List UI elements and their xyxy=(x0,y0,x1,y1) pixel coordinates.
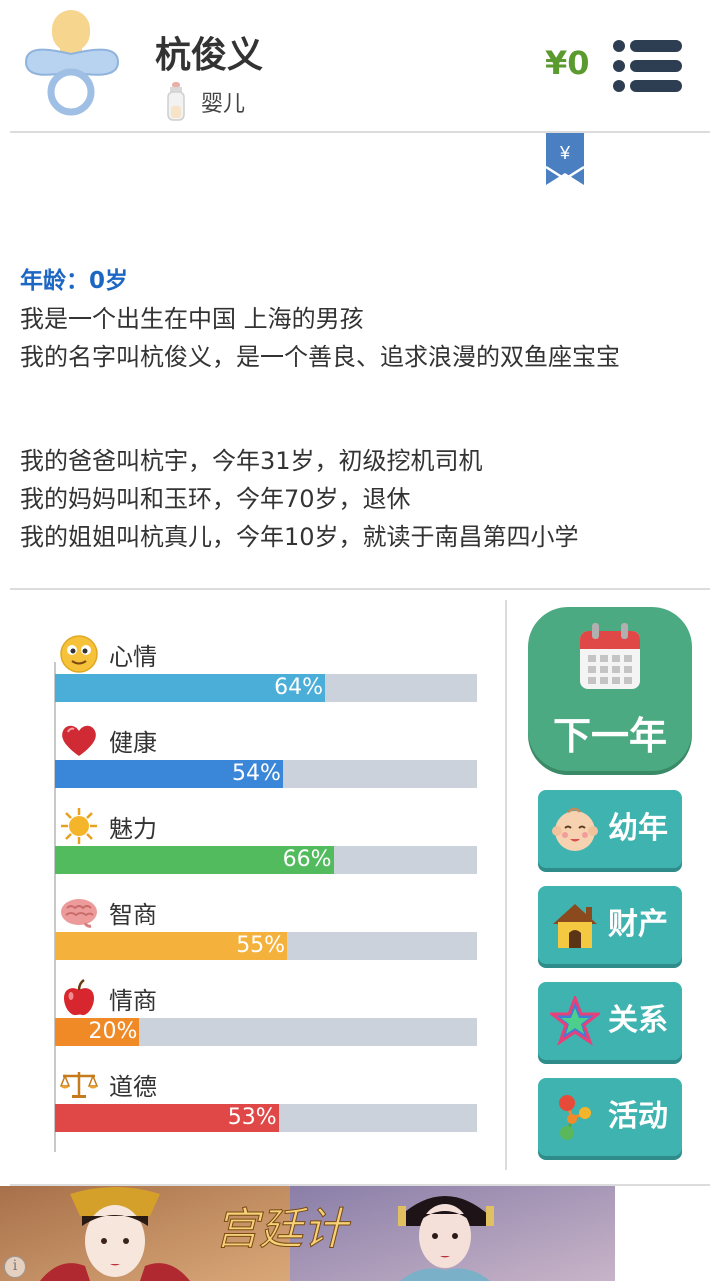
life-story: 年龄：0岁 我是一个出生在中国 上海的男孩 我的名字叫杭俊义，是一个善良、追求浪… xyxy=(20,262,710,556)
bookmark-symbol: ¥ xyxy=(559,143,571,163)
stat-bar: 20% xyxy=(55,1018,477,1046)
story-line: 我的姐姐叫杭真儿，今年10岁，就读于南昌第四小学 xyxy=(20,523,579,551)
brain-icon xyxy=(61,899,97,928)
scales-icon xyxy=(59,1072,99,1098)
apple-icon xyxy=(64,978,94,1016)
stat-charm: 魅力 66% xyxy=(55,806,477,874)
next-year-button[interactable]: 下一年 xyxy=(528,607,692,771)
house-icon xyxy=(553,904,597,948)
stat-label: 情商 xyxy=(109,986,157,1015)
profile-header: 杭俊义 婴儿 ¥0 xyxy=(0,0,720,132)
stat-percent: 53% xyxy=(227,1105,277,1130)
stat-label: 魅力 xyxy=(109,814,157,843)
relationships-button[interactable]: 关系 xyxy=(538,982,682,1060)
activities-label: 活动 xyxy=(608,1099,668,1134)
stat-iq: 智商 55% xyxy=(55,892,477,960)
calendar-icon xyxy=(580,623,640,689)
story-line: 我的爸爸叫杭宇，今年31岁，初级挖机司机 xyxy=(20,447,483,475)
childhood-label: 幼年 xyxy=(608,811,668,846)
stat-label: 智商 xyxy=(109,900,157,929)
smiley-icon xyxy=(60,635,98,673)
stat-bar: 66% xyxy=(55,846,477,874)
stat-percent: 54% xyxy=(231,761,281,786)
stat-bar: 64% xyxy=(55,674,477,702)
stat-mood: 心情 64% xyxy=(55,634,477,702)
panel-divider xyxy=(505,600,507,1170)
stat-bar: 53% xyxy=(55,1104,477,1132)
stat-percent: 55% xyxy=(236,933,286,958)
story-line: 我的妈妈叫和玉环，今年70岁，退休 xyxy=(20,485,411,513)
character-name: 杭俊义 xyxy=(155,35,264,76)
life-stage-label: 婴儿 xyxy=(201,92,246,117)
age-label: 年龄：0岁 xyxy=(20,268,129,294)
ad-info-icon[interactable]: i xyxy=(4,1256,26,1278)
ad-logo-text: 宫廷计 xyxy=(215,1204,351,1255)
baby-bottle-icon xyxy=(167,82,185,121)
story-line: 我是一个出生在中国 上海的男孩 xyxy=(20,305,364,333)
menu-icon[interactable] xyxy=(612,38,684,94)
story-divider xyxy=(10,588,710,590)
stat-percent: 20% xyxy=(88,1019,138,1044)
stat-health: 健康 54% xyxy=(55,720,477,788)
stat-percent: 66% xyxy=(282,847,332,872)
childhood-button[interactable]: 幼年 xyxy=(538,790,682,868)
stat-bar: 54% xyxy=(55,760,477,788)
header-divider xyxy=(10,131,710,133)
stat-percent: 64% xyxy=(274,675,324,700)
stat-label: 道德 xyxy=(109,1072,157,1101)
activity-icon xyxy=(559,1095,591,1140)
activities-button[interactable]: 活动 xyxy=(538,1078,682,1156)
life-stage: 婴儿 xyxy=(165,82,245,122)
ad-banner[interactable]: 宫廷计 xyxy=(0,1186,615,1281)
stat-bar: 55% xyxy=(55,932,477,960)
stat-morality: 道德 53% xyxy=(55,1064,477,1132)
next-year-label: 下一年 xyxy=(552,714,667,758)
pacifier-icon xyxy=(24,10,120,116)
heart-icon xyxy=(62,725,96,756)
baby-face-icon xyxy=(552,807,598,851)
story-line: 我的名字叫杭俊义，是一个善良、追求浪漫的双鱼座宝宝 xyxy=(20,343,620,371)
money-bookmark-icon[interactable]: ¥ xyxy=(546,133,584,185)
property-button[interactable]: 财产 xyxy=(538,886,682,964)
stat-label: 心情 xyxy=(109,642,157,671)
stat-eq: 情商 20% xyxy=(55,978,477,1046)
star-icon xyxy=(550,996,600,1046)
property-label: 财产 xyxy=(608,907,668,942)
money-balance: ¥0 xyxy=(545,44,590,82)
stat-label: 健康 xyxy=(109,728,157,757)
sun-icon xyxy=(61,808,97,844)
relationships-label: 关系 xyxy=(608,1003,668,1038)
